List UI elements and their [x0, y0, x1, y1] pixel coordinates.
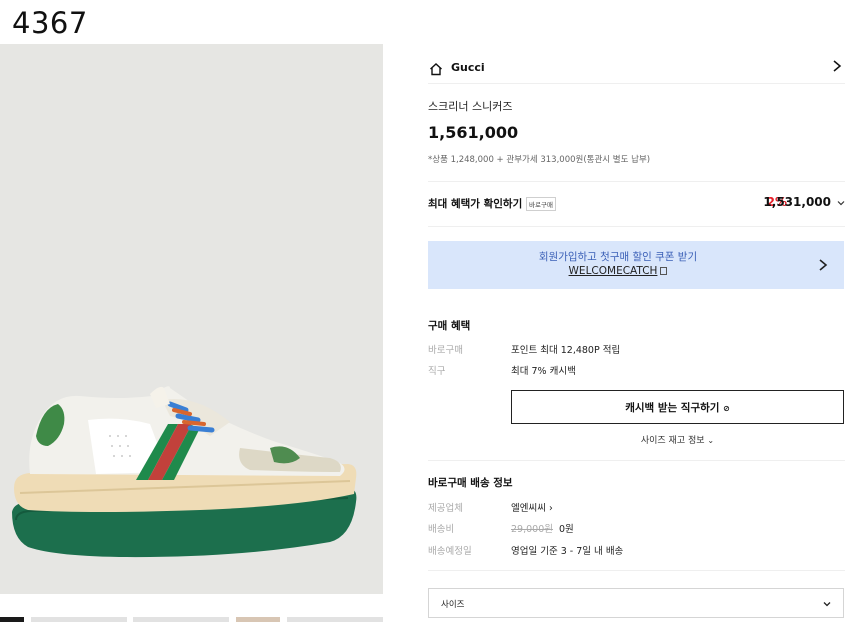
benefit-label-overseas: 직구 — [428, 366, 446, 377]
thumbnail-strip — [0, 617, 383, 622]
shipping-label-provider: 제공업체 — [428, 503, 463, 514]
page-id-label: 4367 — [12, 6, 88, 40]
coupon-code[interactable]: WELCOMECATCH — [428, 265, 808, 277]
shipping-fee-value: 0원 — [558, 524, 574, 535]
sneaker-image — [12, 386, 357, 558]
shipping-provider-link[interactable]: 엘엔씨씨 › — [511, 500, 553, 514]
shipping-label-eta: 배송예정일 — [428, 546, 472, 557]
divider — [428, 181, 845, 182]
benefit-value-points: 포인트 최대 12,480P 적립 — [511, 345, 621, 356]
product-name: 스크리너 스니커즈 — [428, 100, 513, 113]
shipping-provider-name: 엘엔씨씨 — [511, 503, 546, 514]
thumbnail[interactable] — [31, 617, 127, 622]
size-select-label: 사이즈 — [441, 600, 465, 610]
max-benefit-title: 최대 혜택가 확인하기 — [428, 198, 523, 210]
thumbnail[interactable] — [287, 617, 383, 622]
shipping-fee-original: 29,000원 — [511, 524, 553, 535]
cashback-purchase-button[interactable]: 캐시백 받는 직구하기 ⊘ — [511, 390, 844, 424]
chevron-right-icon — [833, 60, 842, 72]
shipping-fee: 29,000원 0원 — [511, 521, 574, 535]
brand-breadcrumb[interactable]: Gucci — [428, 54, 845, 84]
thumbnail-active[interactable] — [0, 617, 24, 622]
coupon-text: 회원가입하고 첫구매 할인 쿠폰 받기 — [538, 251, 698, 263]
shipping-info-title: 바로구매 배송 정보 — [428, 477, 513, 489]
thumbnail[interactable] — [236, 617, 280, 622]
home-icon — [430, 62, 442, 75]
chevron-right-icon: › — [549, 503, 553, 514]
brand-name: Gucci — [451, 61, 485, 74]
signup-coupon-banner[interactable]: 회원가입하고 첫구매 할인 쿠폰 받기 WELCOMECATCH — [428, 241, 844, 289]
price-detail: *상품 1,248,000 + 관부가세 313,000원(통관시 별도 납부) — [428, 155, 651, 165]
chevron-down-icon: ⌄ — [707, 436, 715, 445]
max-benefit-row[interactable]: 최대 혜택가 확인하기 바로구매 2% 1,531,000 — [428, 195, 845, 211]
benefit-value-cashback: 최대 7% 캐시백 — [511, 366, 576, 377]
cashback-purchase-label: 캐시백 받는 직구하기 — [625, 401, 720, 414]
product-price: 1,561,000 — [428, 123, 519, 142]
size-stock-info-link[interactable]: 사이즈 재고 정보 ⌄ — [511, 433, 844, 446]
chevron-right-icon — [819, 259, 828, 271]
shipping-label-fee: 배송비 — [428, 524, 455, 535]
size-select[interactable]: 사이즈 — [428, 588, 844, 618]
chevron-down-icon — [837, 201, 845, 206]
divider — [428, 570, 845, 571]
thumbnail[interactable] — [133, 617, 229, 622]
purchase-benefits-title: 구매 혜택 — [428, 320, 471, 332]
benefit-label-direct: 바로구매 — [428, 345, 463, 356]
direct-purchase-badge: 바로구매 — [526, 197, 556, 211]
divider — [428, 460, 845, 461]
chevron-down-icon — [823, 602, 831, 607]
coupon-code-text: WELCOMECATCH — [568, 265, 658, 277]
copy-icon[interactable] — [660, 267, 668, 275]
divider — [428, 226, 845, 227]
size-stock-label: 사이즈 재고 정보 — [640, 436, 705, 446]
product-image[interactable] — [0, 44, 383, 594]
external-link-icon: ⊘ — [723, 403, 730, 413]
shipping-eta: 영업일 기준 3 - 7일 내 배송 — [511, 546, 624, 557]
benefit-price: 1,531,000 — [763, 195, 831, 209]
